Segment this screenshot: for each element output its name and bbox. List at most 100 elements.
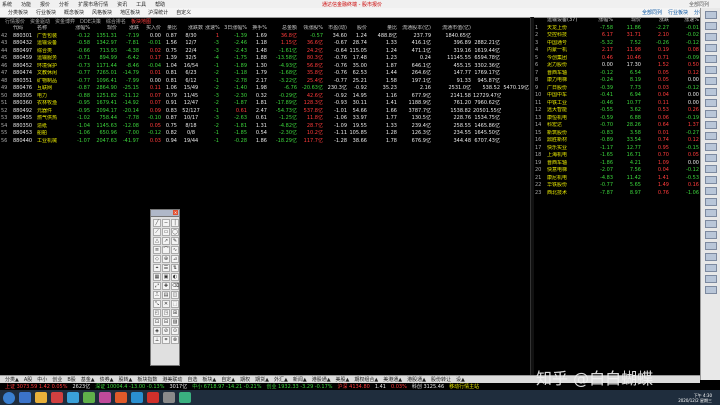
market-tab-21[interactable]: 港股通▲ xyxy=(407,376,426,383)
draw-tool-icon[interactable]: ⊞ xyxy=(171,309,179,317)
side-button[interactable] xyxy=(704,286,717,294)
column-header[interactable]: 领涨股% xyxy=(298,25,324,33)
menu-right-label[interactable]: 全部同列 xyxy=(689,1,709,8)
side-button[interactable] xyxy=(704,66,717,74)
folder-icon[interactable] xyxy=(35,392,47,403)
market-tab-7[interactable]: 股转▲ xyxy=(118,376,132,383)
stock-row[interactable]: 15 新筑股份 -0.83 3.58 0.01 -0.27 xyxy=(534,130,700,138)
side-button[interactable] xyxy=(704,264,717,272)
tabbar-right-link-1[interactable]: 行业板块 xyxy=(668,9,688,16)
app-icon[interactable] xyxy=(51,392,63,403)
sector-tab-5[interactable]: 沪深统计 xyxy=(148,9,168,16)
side-button[interactable] xyxy=(704,88,717,96)
market-tab-16[interactable]: 新闻▲ xyxy=(293,376,307,383)
menu-item-1[interactable]: 功能 xyxy=(21,1,31,8)
draw-tool-icon[interactable]: ▣ xyxy=(162,273,170,281)
draw-tool-icon[interactable]: ⊘ xyxy=(162,327,170,335)
draw-tool-icon[interactable]: ⌗ xyxy=(162,336,170,344)
stock-row[interactable]: 17 快乐实业 -1.17 12.77 0.95 -0.15 xyxy=(534,145,700,153)
side-button[interactable] xyxy=(704,187,717,195)
column-header[interactable]: 现价 xyxy=(614,17,642,25)
side-button[interactable] xyxy=(704,242,717,250)
stock-row[interactable]: 22 华铁股份 -0.77 5.65 1.49 0.16 xyxy=(534,182,700,190)
table-row[interactable]: 43 880432 运输设备 -0.58 1342.97 -7.81 -0.01 1.56 12… xyxy=(0,40,530,48)
draw-tool-icon[interactable]: ⇅ xyxy=(171,264,179,272)
menu-item-4[interactable]: 扩展市场行情 xyxy=(78,1,108,8)
draw-tool-icon[interactable]: ⎍ xyxy=(153,291,161,299)
side-button[interactable] xyxy=(704,154,717,162)
side-button[interactable] xyxy=(704,132,717,140)
draw-tool-icon[interactable]: ⊟ xyxy=(162,318,170,326)
market-tab-20[interactable]: 美港通▲ xyxy=(383,376,402,383)
ticker-item-0[interactable]: 上证 3073.59 1.42 0.05% xyxy=(5,383,67,390)
stock-row[interactable]: 10 中国中车 -0.41 6.94 0.04 0.00 xyxy=(534,92,700,100)
stock-row[interactable]: 8 康力电梯 -0.24 8.19 0.05 0.00 xyxy=(534,77,700,85)
side-button[interactable] xyxy=(704,220,717,228)
draw-tool-icon[interactable]: ⊕ xyxy=(162,255,170,263)
table-row[interactable]: 48 880351 矿物制品 -0.77 1096.41 -7.99 0.00 0.81 6/1… xyxy=(0,78,530,86)
side-button[interactable] xyxy=(704,33,717,41)
subtab-0[interactable]: 行情报价 xyxy=(5,18,25,25)
side-button[interactable] xyxy=(704,176,717,184)
side-button[interactable] xyxy=(704,275,717,283)
table-row[interactable]: 46 880452 环境保护 -0.73 1171.44 -8.46 -0.04 1.04 16… xyxy=(0,63,530,71)
market-tab-19[interactable]: 期权组合▲ xyxy=(354,376,378,383)
side-button[interactable] xyxy=(704,253,717,261)
menu-item-6[interactable]: 工具 xyxy=(136,1,146,8)
market-tab-22[interactable]: 股份转让 xyxy=(431,376,451,383)
stock-row[interactable]: 14 科宏达 -0.70 28.26 0.64 1.37 xyxy=(534,122,700,130)
draw-tool-icon[interactable]: ⤡ xyxy=(153,300,161,308)
subtab-1[interactable]: 资金驱动 xyxy=(30,18,50,25)
side-button[interactable] xyxy=(704,77,717,85)
draw-tool-icon[interactable]: ✎ xyxy=(171,237,179,245)
draw-tool-icon[interactable]: ▭ xyxy=(162,228,170,236)
market-tab-13[interactable]: 期权 xyxy=(240,376,250,383)
column-header[interactable]: 换手% xyxy=(248,25,268,33)
stock-row[interactable]: 7 晋西车轴 -0.12 6.54 0.05 0.12 xyxy=(534,70,700,78)
draw-tool-icon[interactable]: ⊡ xyxy=(153,318,161,326)
draw-tool-icon[interactable]: ◇ xyxy=(153,255,161,263)
app-icon[interactable] xyxy=(115,392,127,403)
column-header[interactable]: 总金额 xyxy=(268,25,298,33)
sector-tab-1[interactable]: 行业板块 xyxy=(36,9,56,16)
subtab-3[interactable]: DDE决策 xyxy=(80,18,101,25)
menu-item-3[interactable]: 分析 xyxy=(59,1,69,8)
table-row[interactable]: 51 880360 农林牧渔 -0.95 1679.41 -14.92 0.07 0.91 12… xyxy=(0,100,530,108)
table-row[interactable]: 49 880476 互联网 -0.87 2864.90 -25.15 0.11 1.06 15/… xyxy=(0,85,530,93)
side-button[interactable] xyxy=(704,11,717,19)
market-tab-8[interactable]: 板块指数 xyxy=(137,376,157,383)
sector-tab-4[interactable]: 地区板块 xyxy=(120,9,140,16)
draw-tool-icon[interactable]: ◯ xyxy=(171,228,179,236)
market-tab-4[interactable]: B股 xyxy=(67,376,75,383)
column-header[interactable] xyxy=(0,25,12,33)
subtab-4[interactable]: 综合排名 xyxy=(106,18,126,25)
app-icon[interactable] xyxy=(99,392,111,403)
column-header[interactable]: 涨跌数 xyxy=(178,25,204,33)
sector-tab-0[interactable]: 分类板块 xyxy=(8,9,28,16)
promo-text[interactable]: 通达信金融终端 - 股市报价 xyxy=(322,1,382,8)
market-tab-14[interactable]: 期货▲ xyxy=(255,376,269,383)
side-button[interactable] xyxy=(704,22,717,30)
ticker-item-4[interactable]: 中小 6718.97 -14.21 -0.21% xyxy=(192,383,261,390)
app-icon[interactable] xyxy=(147,392,159,403)
side-button[interactable] xyxy=(704,44,717,52)
subtab-active[interactable]: 板块地图 xyxy=(131,18,151,25)
stock-row[interactable]: 6 泥力股份 0.00 17.30 1.52 0.50 xyxy=(534,62,700,70)
draw-tool-icon[interactable]: ⟋ xyxy=(153,228,161,236)
market-tab-5[interactable]: 基金▲ xyxy=(81,376,95,383)
column-header[interactable]: 涨幅% xyxy=(66,25,91,33)
draw-tool-icon[interactable]: △ xyxy=(153,237,161,245)
column-header[interactable]: 代码 xyxy=(12,25,36,33)
side-button[interactable] xyxy=(704,143,717,151)
table-row[interactable]: 52 880492 元器件 -0.95 2094.17 -20.14 0.09 0.83 52/… xyxy=(0,108,530,116)
stock-row[interactable]: 3 中国通号 -5.32 7.52 -0.26 -0.12 xyxy=(534,40,700,48)
stock-row[interactable]: 1 天龙上份 -7.58 11.86 -2.27 -0.01 xyxy=(534,25,700,33)
column-header[interactable]: 涨幅% xyxy=(588,17,614,25)
menu-item-2[interactable]: 报价 xyxy=(40,1,50,8)
ticker-item-2[interactable]: 深证 10004.4 -13.00 -0.13% xyxy=(95,383,164,390)
ie-icon[interactable] xyxy=(19,392,31,403)
toolbox-titlebar[interactable]: × xyxy=(151,210,179,217)
draw-tool-icon[interactable]: ▨ xyxy=(171,318,179,326)
column-header[interactable]: 流通市值(亿) xyxy=(432,25,472,33)
stock-row[interactable]: 20 快意电梯 -2.07 7.56 0.04 -0.12 xyxy=(534,167,700,175)
